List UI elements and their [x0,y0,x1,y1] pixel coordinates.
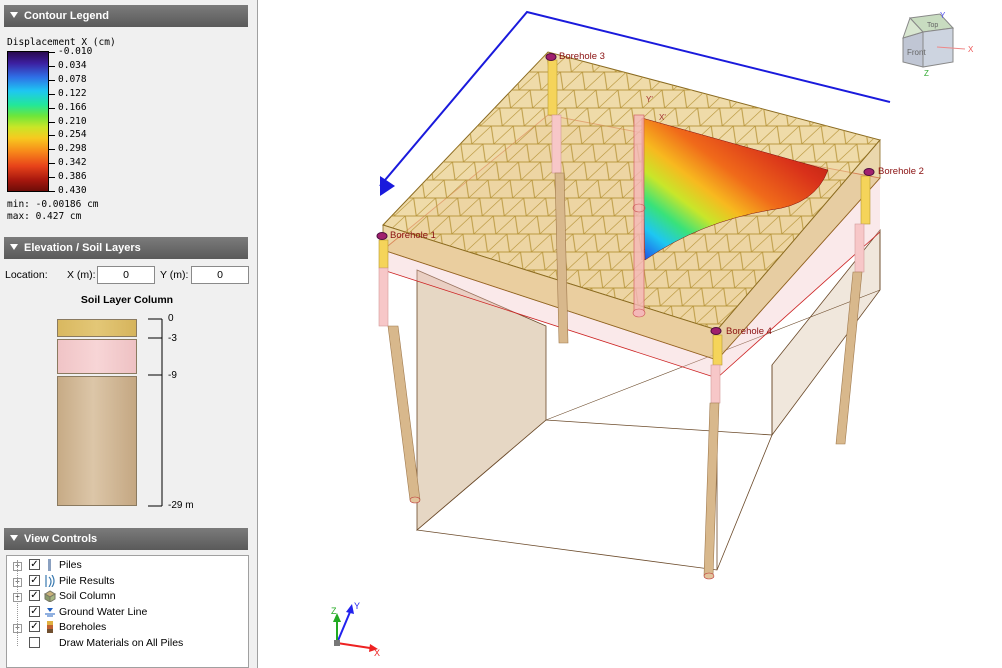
3d-scene[interactable]: Borehole 1 Borehole 2 Borehole 3 Borehol… [259,0,1002,668]
ground-water-icon [45,607,55,616]
soil-column-title: Soil Layer Column [80,294,174,306]
legend-tick [49,107,55,109]
collapse-triangle-icon [10,535,18,541]
legend-tick-label: 0.430 [58,185,87,196]
checkbox-soil-column[interactable]: ✓ [29,590,40,601]
legend-tick-label: 0.122 [58,87,87,99]
borehole-icon [47,621,53,633]
legend-max: max: 0.427 cm [7,211,82,222]
checkbox-pile-results[interactable]: ✓ [29,574,40,586]
location-label: Location: [5,269,48,281]
y-coord-label: Y (m): [160,269,189,281]
legend-tick-label: 0.166 [58,101,87,113]
legend-tick-label: 0.210 [58,115,87,127]
contour-color-bar [7,51,49,192]
tree-item-label: Pile Results [59,574,115,587]
tree-item-boreholes[interactable]: + ✓ Boreholes [7,620,247,635]
svg-text:Front: Front [907,48,926,57]
borehole-label-4: Borehole 4 [726,326,772,337]
3d-viewport[interactable]: Borehole 1 Borehole 2 Borehole 3 Borehol… [259,0,1002,668]
pile-results-icon [45,574,55,587]
borehole-label-2: Borehole 2 [878,166,924,177]
borehole-label-3: Borehole 3 [559,51,605,62]
svg-text:Top: Top [927,22,938,29]
scale-label-3: -29 m [168,500,194,511]
legend-tick-label: -0.010 [58,46,93,57]
checkbox-draw-materials[interactable] [29,636,40,648]
tree-item-draw-materials[interactable]: Draw Materials on All Piles [7,636,247,651]
tree-connector-lines [17,560,19,646]
soil-column-icon [44,590,56,602]
collapse-triangle-icon [10,244,18,250]
tree-item-pile-results[interactable]: + ✓ Pile Results [7,574,247,589]
view-controls-tree: + ✓ Piles + ✓ Pile Results + ✓ Soil Column ✓ Groun… [6,555,249,668]
tree-item-label: Ground Water Line [59,605,148,618]
view-controls-header[interactable]: View Controls [4,528,248,550]
elevation-scale [148,318,163,507]
elevation-header[interactable]: Elevation / Soil Layers [4,237,248,259]
legend-tick [49,52,55,53]
svg-text:X: X [374,648,380,658]
x-coord-input[interactable] [97,266,155,284]
tree-item-label: Soil Column [59,590,116,602]
tree-item-label: Draw Materials on All Piles [59,636,184,649]
tree-item-soil-column[interactable]: + ✓ Soil Column [7,589,247,604]
borehole-label-1: Borehole 1 [390,230,436,241]
tree-item-label: Boreholes [59,621,107,633]
legend-tick [49,149,55,151]
collapse-triangle-icon [10,12,18,18]
section-label-y: Y' [646,95,653,104]
svg-text:Z: Z [331,606,337,616]
legend-tick [49,163,55,165]
checkbox-boreholes[interactable]: ✓ [29,621,40,632]
legend-tick-label: 0.298 [58,143,87,155]
left-panel: Contour Legend Displacement X (cm) -0.01… [0,0,258,668]
svg-text:Z: Z [924,69,929,78]
axis-triad-icon: X Y Z [331,601,380,658]
scale-label-0: 0 [168,313,174,324]
legend-tick-label: 0.254 [58,129,87,141]
pile-icon [48,559,51,571]
checkbox-piles[interactable]: ✓ [29,559,40,570]
svg-text:Y: Y [354,601,360,611]
x-coord-label: X (m): [67,269,96,281]
scale-label-1: -3 [168,333,177,344]
legend-tick [49,135,55,137]
legend-tick-label: 0.078 [58,73,87,85]
legend-tick-label: 0.386 [58,171,87,183]
svg-text:X: X [968,45,974,54]
view-cube-icon[interactable]: Top Front X Y Z [902,11,974,78]
soil-layer-2 [57,339,137,374]
tree-item-ground-water-line[interactable]: ✓ Ground Water Line [7,605,247,620]
y-coord-input[interactable] [191,266,249,284]
legend-tick [49,79,55,81]
tree-item-label: Piles [59,559,82,571]
legend-tick [49,93,55,95]
soil-layer-1 [57,319,137,337]
svg-text:Y: Y [940,11,946,20]
legend-tick [49,191,55,192]
soil-layer-3 [57,376,137,506]
legend-tick-label: 0.034 [58,59,87,71]
checkbox-ground-water-line[interactable]: ✓ [29,605,40,617]
legend-tick [49,65,55,67]
legend-tick [49,121,55,123]
legend-tick-label: 0.342 [58,157,87,169]
section-label-x: X' [659,113,666,122]
legend-tick [49,177,55,179]
tree-item-piles[interactable]: + ✓ Piles [7,558,247,573]
legend-min: min: -0.00186 cm [7,199,99,210]
scale-label-2: -9 [168,370,177,381]
contour-legend-header[interactable]: Contour Legend [4,5,248,27]
